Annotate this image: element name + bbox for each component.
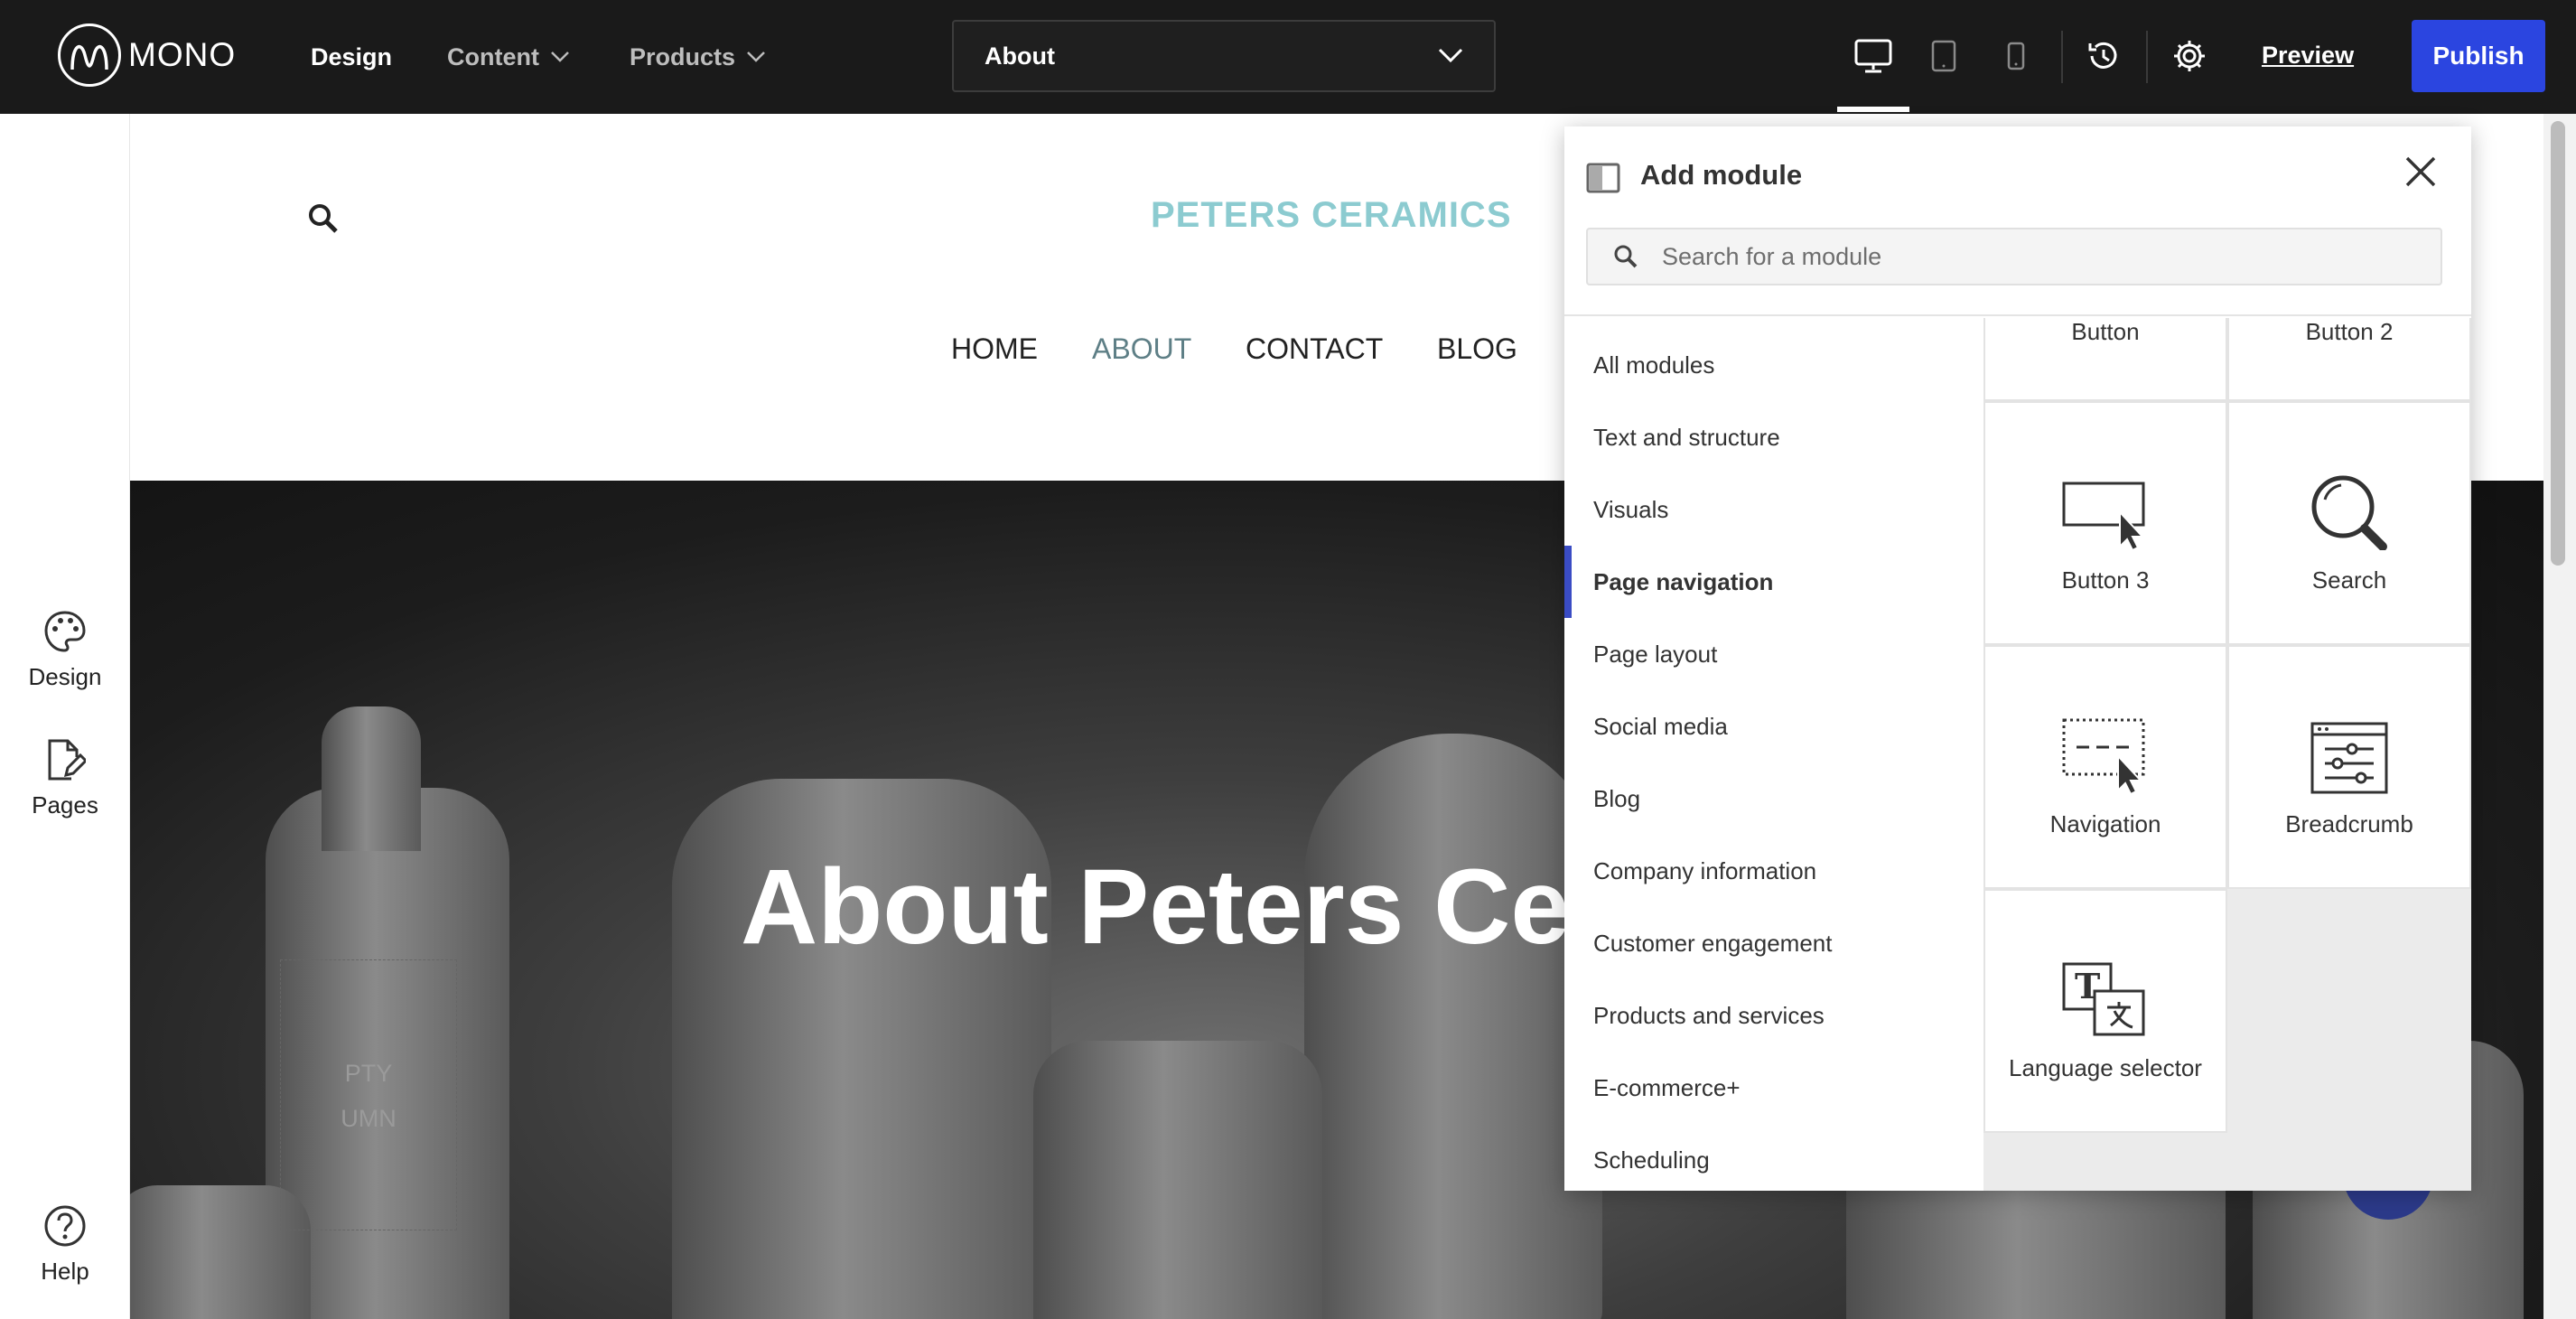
site-nav-home[interactable]: HOME	[951, 332, 1038, 366]
site-nav-about[interactable]: ABOUT	[1092, 332, 1191, 366]
canvas-scrollbar[interactable]	[2543, 114, 2576, 1319]
history-icon	[2088, 42, 2117, 69]
category-social-media[interactable]: Social media	[1564, 690, 1983, 762]
logo[interactable]: MONO	[58, 23, 236, 87]
sidebar-item-label: Design	[28, 663, 102, 690]
settings-button[interactable]	[2161, 27, 2218, 85]
search-icon	[309, 204, 338, 233]
empty-column-placeholder[interactable]: PTY UMN	[280, 959, 457, 1230]
panel-header: Add module	[1564, 126, 2471, 316]
nav-products-dropdown[interactable]: Products	[630, 0, 766, 114]
page-edit-icon	[48, 739, 86, 781]
module-label: Navigation	[2049, 810, 2161, 837]
magnifier-icon	[2311, 475, 2387, 550]
category-customer-engagement[interactable]: Customer engagement	[1564, 907, 1983, 979]
desktop-view-button[interactable]	[1844, 27, 1902, 85]
module-button-2[interactable]: Button 2	[2227, 318, 2471, 401]
category-page-layout[interactable]: Page layout	[1564, 618, 1983, 690]
category-all-modules[interactable]: All modules	[1564, 329, 1983, 401]
tablet-icon	[1931, 40, 1956, 72]
hero-title[interactable]: About Peters Ce	[741, 846, 1570, 968]
module-search[interactable]: Search	[2227, 401, 2471, 645]
desktop-icon	[1854, 39, 1892, 73]
category-ecommerce-plus[interactable]: E-commerce+	[1564, 1052, 1983, 1124]
add-module-panel: Add module All modules Text and structur…	[1564, 126, 2471, 1191]
module-button-3[interactable]: Button 3	[1983, 401, 2227, 645]
sidebar-item-design[interactable]: Design	[0, 609, 130, 691]
logo-text: MONO	[128, 36, 237, 73]
module-label: Button	[2071, 318, 2140, 345]
chevron-down-icon	[1438, 48, 1463, 63]
sidebar-item-pages[interactable]: Pages	[0, 737, 130, 819]
hero-image-vase	[1304, 734, 1602, 1319]
panel-title: Add module	[1640, 159, 1803, 191]
nav-design[interactable]: Design	[311, 0, 392, 114]
hero-image-vase	[322, 706, 421, 851]
category-blog[interactable]: Blog	[1564, 762, 1983, 835]
button-cursor-icon	[2062, 482, 2145, 550]
translate-icon: T	[2062, 962, 2145, 1036]
sidebar-item-help[interactable]: Help	[0, 1203, 130, 1286]
divider	[2146, 31, 2148, 83]
logo-mark-icon	[58, 23, 121, 87]
help-icon	[44, 1205, 86, 1247]
module-language-selector[interactable]: T Language selector	[1983, 889, 2227, 1133]
chevron-down-icon	[551, 51, 569, 62]
module-button[interactable]: Button	[1983, 318, 2227, 401]
divider	[2061, 31, 2063, 83]
category-page-navigation[interactable]: Page navigation	[1564, 546, 1983, 618]
site-brand[interactable]: PETERS CERAMICS	[1151, 195, 1512, 236]
mobile-icon	[2007, 42, 2025, 70]
history-button[interactable]	[2074, 27, 2132, 85]
nav-content-dropdown[interactable]: Content	[447, 0, 570, 114]
category-products-and-services[interactable]: Products and services	[1564, 979, 1983, 1052]
navigation-menu-icon	[2062, 718, 2145, 794]
page-selector[interactable]: About	[952, 20, 1496, 92]
sidebar-item-label: Pages	[32, 791, 98, 819]
gear-icon	[2174, 41, 2205, 71]
module-category-list: All modules Text and structure Visuals P…	[1564, 318, 1983, 1191]
hero-image-vase	[1033, 1041, 1322, 1319]
close-button[interactable]	[2403, 154, 2439, 194]
site-nav-blog[interactable]: BLOG	[1437, 332, 1517, 366]
module-label: Search	[2311, 566, 2387, 594]
palette-icon	[44, 611, 86, 652]
category-visuals[interactable]: Visuals	[1564, 473, 1983, 546]
module-breadcrumb[interactable]: Breadcrumb	[2227, 645, 2471, 889]
close-icon	[2405, 156, 2436, 187]
category-company-information[interactable]: Company information	[1564, 835, 1983, 907]
module-search-input[interactable]	[1662, 242, 2403, 271]
module-label: Breadcrumb	[2285, 810, 2413, 837]
active-device-indicator	[1837, 107, 1909, 112]
sidebar-item-label: Help	[41, 1258, 89, 1285]
scrollbar-thumb[interactable]	[2551, 121, 2565, 566]
category-scheduling[interactable]: Scheduling	[1564, 1124, 1983, 1191]
module-navigation[interactable]: Navigation	[1983, 645, 2227, 889]
mobile-view-button[interactable]	[1987, 27, 2045, 85]
module-label: Button 3	[2061, 566, 2150, 594]
top-bar: MONO Design Content Products About Previ…	[0, 0, 2576, 114]
left-sidebar: Design Pages Help	[0, 114, 130, 1319]
site-search-button[interactable]	[307, 202, 340, 239]
module-label: Button 2	[2305, 318, 2394, 345]
preview-link[interactable]: Preview	[2262, 42, 2354, 70]
publish-button[interactable]: Publish	[2412, 20, 2545, 92]
module-grid: Button Button 2 Button 3 Search Navigati…	[1983, 318, 2471, 1191]
page-selector-value: About	[985, 42, 1055, 70]
module-label: Language selector	[2009, 1054, 2202, 1081]
breadcrumb-icon	[2310, 722, 2388, 794]
chevron-down-icon	[747, 51, 765, 62]
site-nav-contact[interactable]: CONTACT	[1246, 332, 1383, 366]
module-search[interactable]	[1586, 228, 2442, 285]
panel-dock-icon[interactable]	[1586, 163, 1620, 193]
tablet-view-button[interactable]	[1915, 27, 1973, 85]
search-icon	[1614, 245, 1638, 268]
category-text-and-structure[interactable]: Text and structure	[1564, 401, 1983, 473]
